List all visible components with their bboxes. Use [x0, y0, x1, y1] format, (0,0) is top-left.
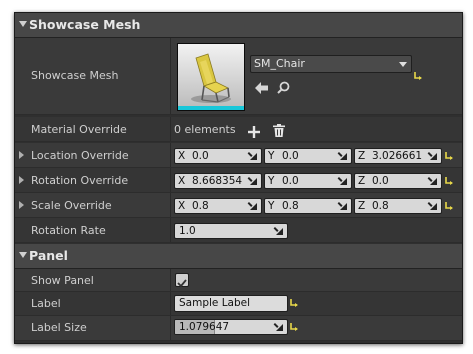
- drag-resize-icon[interactable]: [339, 202, 347, 210]
- label-size-slider-field[interactable]: 1.079647: [174, 319, 288, 335]
- location-z-field[interactable]: Z 3.026661: [354, 148, 442, 164]
- scale-x-field[interactable]: X 0.8: [174, 198, 262, 214]
- expand-arrow-icon[interactable]: [19, 176, 24, 184]
- row-label-size: Label Size 1.079647: [15, 316, 462, 341]
- drag-resize-icon[interactable]: [429, 152, 437, 160]
- mesh-thumbnail[interactable]: [177, 43, 245, 111]
- axis-y-label: Y: [268, 175, 275, 187]
- location-z-value: 3.026661: [372, 150, 423, 162]
- category-title: Panel: [29, 248, 68, 263]
- details-panel: Showcase Mesh Showcase Mesh SM_Chair Mat…: [14, 12, 463, 344]
- add-element-plus-icon[interactable]: [248, 123, 260, 142]
- column-divider[interactable]: [170, 269, 171, 291]
- drag-resize-icon[interactable]: [429, 202, 437, 210]
- label-field-label: Label: [31, 297, 61, 310]
- material-element-count: 0 elements: [174, 123, 236, 136]
- drag-resize-icon[interactable]: [429, 177, 437, 185]
- axis-z-label: Z: [358, 175, 366, 187]
- location-y-field[interactable]: Y 0.0: [264, 148, 352, 164]
- rotation-x-field[interactable]: X 8.668354: [174, 173, 262, 189]
- drag-resize-icon[interactable]: [249, 177, 257, 185]
- rotation-rate-field[interactable]: 1.0: [174, 223, 288, 239]
- label-text-value: Sample Label: [179, 297, 251, 309]
- column-divider[interactable]: [170, 168, 171, 192]
- location-override-label: Location Override: [31, 149, 129, 162]
- show-panel-checkbox[interactable]: [175, 273, 189, 288]
- reset-to-default-icon[interactable]: [414, 71, 423, 80]
- drag-resize-icon[interactable]: [275, 227, 283, 235]
- location-x-field[interactable]: X 0.0: [174, 148, 262, 164]
- reset-to-default-icon[interactable]: [445, 176, 454, 185]
- axis-x-label: X: [178, 150, 186, 162]
- column-divider[interactable]: [170, 143, 171, 167]
- row-show-panel: Show Panel: [15, 269, 462, 292]
- collapse-arrow-icon[interactable]: [19, 21, 27, 27]
- collapse-arrow-icon[interactable]: [19, 252, 27, 258]
- column-divider[interactable]: [170, 193, 171, 217]
- rotation-y-field[interactable]: Y 0.0: [264, 173, 352, 189]
- row-rotation-rate: Rotation Rate 1.0: [15, 218, 462, 243]
- column-divider[interactable]: [170, 38, 171, 114]
- column-divider[interactable]: [170, 292, 171, 315]
- rotation-override-label: Rotation Override: [31, 174, 129, 187]
- row-label: Label Sample Label: [15, 292, 462, 316]
- rotation-x-value: 8.668354: [192, 175, 243, 187]
- browse-asset-search-icon[interactable]: [277, 79, 290, 98]
- row-location-override: Location Override X 0.0 Y 0.0 Z 3.026661: [15, 143, 462, 168]
- axis-y-label: Y: [268, 150, 275, 162]
- column-divider[interactable]: [170, 117, 171, 141]
- drag-resize-icon[interactable]: [249, 202, 257, 210]
- axis-z-label: Z: [358, 150, 366, 162]
- drag-resize-icon[interactable]: [275, 323, 283, 331]
- use-selected-asset-arrow-icon[interactable]: [255, 79, 269, 98]
- reset-to-default-icon[interactable]: [290, 298, 299, 307]
- axis-y-label: Y: [268, 200, 275, 212]
- material-override-label: Material Override: [31, 123, 127, 136]
- category-panel[interactable]: Panel: [15, 244, 462, 269]
- axis-x-label: X: [178, 175, 186, 187]
- show-panel-label: Show Panel: [31, 274, 94, 287]
- rotation-z-value: 0.0: [372, 175, 389, 187]
- clear-elements-trash-icon[interactable]: [273, 122, 285, 141]
- scale-z-value: 0.8: [372, 200, 389, 212]
- row-scale-override: Scale Override X 0.8 Y 0.8 Z 0.8: [15, 193, 462, 218]
- axis-z-label: Z: [358, 200, 366, 212]
- showcase-mesh-label: Showcase Mesh: [31, 69, 119, 82]
- category-showcase-mesh[interactable]: Showcase Mesh: [15, 13, 462, 38]
- location-x-value: 0.0: [192, 150, 209, 162]
- checkmark-icon: [177, 279, 187, 288]
- expand-arrow-icon[interactable]: [19, 201, 24, 209]
- rotation-rate-label: Rotation Rate: [31, 224, 106, 237]
- drag-resize-icon[interactable]: [339, 177, 347, 185]
- axis-x-label: X: [178, 200, 186, 212]
- chair-thumbnail-icon: [178, 44, 244, 110]
- reset-to-default-icon[interactable]: [290, 322, 299, 331]
- scale-z-field[interactable]: Z 0.8: [354, 198, 442, 214]
- mesh-asset-combo[interactable]: SM_Chair: [250, 55, 412, 73]
- label-size-value: 1.079647: [179, 321, 230, 333]
- label-size-label: Label Size: [31, 321, 87, 334]
- expand-arrow-icon[interactable]: [19, 151, 24, 159]
- row-rotation-override: Rotation Override X 8.668354 Y 0.0 Z 0.0: [15, 168, 462, 193]
- rotation-z-field[interactable]: Z 0.0: [354, 173, 442, 189]
- reset-to-default-icon[interactable]: [445, 201, 454, 210]
- scale-override-label: Scale Override: [31, 199, 112, 212]
- column-divider[interactable]: [170, 316, 171, 340]
- dropdown-arrow-icon: [399, 62, 407, 67]
- drag-resize-icon[interactable]: [339, 152, 347, 160]
- rotation-rate-value: 1.0: [179, 225, 196, 237]
- reset-to-default-icon[interactable]: [445, 151, 454, 160]
- category-title: Showcase Mesh: [29, 17, 141, 32]
- rotation-y-value: 0.0: [282, 175, 299, 187]
- location-y-value: 0.0: [282, 150, 299, 162]
- label-text-input[interactable]: Sample Label: [174, 295, 288, 312]
- scale-y-field[interactable]: Y 0.8: [264, 198, 352, 214]
- column-divider[interactable]: [170, 218, 171, 242]
- scale-x-value: 0.8: [192, 200, 209, 212]
- scale-y-value: 0.8: [282, 200, 299, 212]
- mesh-asset-name: SM_Chair: [254, 57, 305, 70]
- row-material-override: Material Override 0 elements: [15, 117, 462, 142]
- drag-resize-icon[interactable]: [249, 152, 257, 160]
